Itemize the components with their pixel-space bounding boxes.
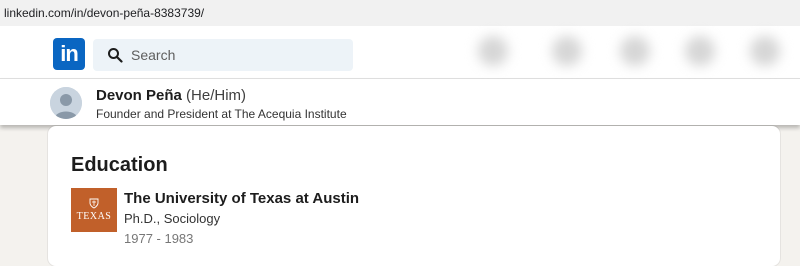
search-icon [108, 48, 123, 63]
blurred-icon [750, 36, 780, 66]
sticky-profile-header: Devon Peña (He/Him) Founder and Presiden… [0, 79, 800, 125]
top-navigation: in [0, 26, 800, 79]
profile-name: Devon Peña [96, 87, 182, 104]
education-card: Education TEXAS The University of Texas … [48, 126, 780, 266]
linkedin-logo-icon[interactable]: in [53, 38, 85, 70]
profile-headline: Founder and President at The Acequia Ins… [96, 107, 347, 121]
section-title: Education [71, 154, 168, 176]
school-logo[interactable]: TEXAS [71, 188, 117, 232]
degree: Ph.D., Sociology [124, 211, 221, 226]
years-attended: 1977 - 1983 [124, 231, 194, 246]
blurred-icon [552, 36, 582, 66]
school-name[interactable]: The University of Texas at Austin [124, 190, 359, 207]
school-logo-text: TEXAS [76, 211, 112, 222]
blurred-icon [685, 36, 715, 66]
shield-icon [89, 198, 99, 209]
url-text[interactable]: linkedin.com/in/devon-peña-8383739/ [4, 6, 204, 20]
blurred-icon [478, 36, 508, 66]
search-box[interactable] [93, 39, 353, 71]
profile-pronouns: (He/Him) [186, 87, 247, 104]
address-bar[interactable]: linkedin.com/in/devon-peña-8383739/ [0, 0, 800, 26]
blurred-icon [620, 36, 650, 66]
blurred-nav-icons [460, 26, 800, 79]
profile-name-line: Devon Peña (He/Him) [96, 87, 246, 104]
avatar[interactable] [50, 87, 82, 119]
person-silhouette-icon [50, 87, 82, 119]
search-input[interactable] [131, 47, 331, 63]
